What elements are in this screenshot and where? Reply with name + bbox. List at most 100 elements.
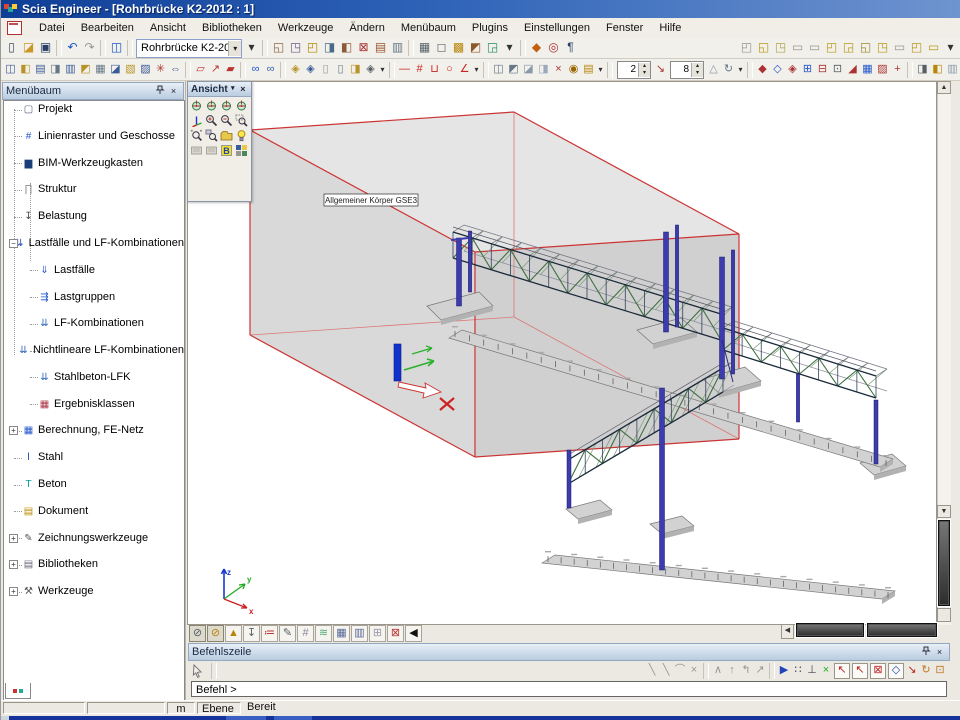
render-options-icon[interactable] (220, 129, 234, 143)
dot-grid-snap-icon[interactable]: ∷ (791, 663, 805, 679)
zoom-in-icon[interactable] (205, 114, 219, 128)
new-project-button[interactable]: ▯ (3, 40, 20, 56)
command-input[interactable]: Befehl > (191, 681, 947, 697)
view-y-icon[interactable] (205, 99, 219, 113)
print-preview-button[interactable]: ◻ (433, 40, 450, 56)
view-axo-icon[interactable] (235, 99, 249, 113)
node-renumber-button[interactable]: ◢ (845, 62, 860, 78)
tree-expander-icon[interactable]: + (9, 560, 18, 569)
redo-button[interactable]: ↷ (81, 40, 98, 56)
intersection-snap-icon[interactable]: ⊠ (870, 663, 886, 679)
view-flag-11-button[interactable]: ◰ (908, 40, 925, 56)
menu-bearbeiten[interactable]: Bearbeiten (73, 20, 142, 36)
grid-toggle[interactable]: ⊞ (369, 625, 386, 642)
cross-section-button[interactable]: ▧ (123, 62, 138, 78)
ansicht-header[interactable]: Ansicht ▾ × (188, 82, 251, 97)
rib-display-button[interactable]: ◪ (108, 62, 123, 78)
vertical-rotation-slider[interactable] (938, 520, 950, 606)
volumes-toggle[interactable]: ▦ (333, 625, 350, 642)
rotate-button[interactable]: ◨ (536, 62, 551, 78)
view-flag-10-button[interactable]: ▭ (891, 40, 908, 56)
menu-werkzeuge[interactable]: Werkzeuge (270, 20, 341, 36)
view-flag-1-button[interactable]: ◰ (738, 40, 755, 56)
activity-1-button[interactable]: ◈ (288, 62, 303, 78)
search-members-button[interactable]: ∞ (248, 62, 263, 78)
draw-circle-button[interactable]: ○ (442, 62, 457, 78)
member-system-button[interactable]: ✳ (153, 62, 168, 78)
dimension-scale-spinner[interactable]: 2▴▾ (617, 61, 651, 79)
scale-menu-drop[interactable]: ▾ (736, 62, 745, 78)
snap-move-icon[interactable]: ↑ (725, 663, 739, 679)
tree-item-linienraster-und-geschosse[interactable]: #Linienraster und Geschosse (4, 130, 184, 143)
tree-item-beton[interactable]: TBeton (4, 478, 184, 491)
tree-item-struktur[interactable]: ∏Struktur (4, 183, 184, 196)
pin-panel-icon[interactable] (154, 85, 167, 97)
loads-toggle[interactable]: ↧ (243, 625, 260, 642)
draw-angle-button[interactable]: ∠ (457, 62, 472, 78)
menu-plugins[interactable]: Plugins (464, 20, 516, 36)
load-display-button[interactable]: △ (706, 62, 721, 78)
support-hinged-button[interactable]: ◇ (770, 62, 785, 78)
project-combo[interactable]: Rohrbrücke K2-201: ▾ (136, 39, 242, 58)
tangent-snap-icon[interactable]: ↘ (905, 663, 919, 679)
select-workplane-button[interactable]: ▰ (223, 62, 238, 78)
mesh-node-button[interactable]: ⊟ (815, 62, 830, 78)
import-button[interactable]: ◨ (321, 40, 338, 56)
tree-expander-icon[interactable]: + (9, 426, 18, 435)
mesh-refine-button[interactable]: ⊡ (830, 62, 845, 78)
draw-polyline-button[interactable]: ⊔ (427, 62, 442, 78)
horizontal-rotation-slider[interactable] (796, 623, 864, 637)
calc-check-button[interactable]: ◉ (566, 62, 581, 78)
labels-toggle[interactable]: ≔ (261, 625, 278, 642)
menu-einstellungen[interactable]: Einstellungen (516, 20, 598, 36)
regen-button[interactable]: ↻ (721, 62, 736, 78)
render-toggle[interactable]: ⊘ (207, 625, 224, 642)
print-button[interactable]: ▦ (416, 40, 433, 56)
endpoint-snap-icon[interactable]: ↖ (834, 663, 850, 679)
ortho-snap-icon[interactable]: ◇ (888, 663, 904, 679)
zoom-selection-icon[interactable] (205, 129, 219, 143)
tree-item-lastfälle[interactable]: ⇓Lastfälle (4, 264, 184, 277)
wall-display-button[interactable]: ◨ (48, 62, 63, 78)
view-flag-3-button[interactable]: ◳ (772, 40, 789, 56)
tree-item-stahlbeton-lfk[interactable]: ⇊Stahlbeton-LFK (4, 371, 184, 384)
combo-drop-icon[interactable]: ▾ (228, 41, 241, 56)
project-menu-drop[interactable]: ▾ (243, 40, 260, 56)
support-roller-button[interactable]: ◈ (785, 62, 800, 78)
menu-men-baum[interactable]: Menübaum (393, 20, 464, 36)
snap-up-icon[interactable]: ∧ (711, 663, 725, 679)
table-input-button[interactable]: ▤ (581, 62, 596, 78)
shell-display-button[interactable]: ▥ (63, 62, 78, 78)
support-fixed-button[interactable]: ◆ (755, 62, 770, 78)
select-single-button[interactable]: ▱ (193, 62, 208, 78)
tree-item-dokument[interactable]: ▤Dokument (4, 505, 184, 518)
subregion-display-button[interactable]: ▦ (93, 62, 108, 78)
opening-display-button[interactable]: ◩ (78, 62, 93, 78)
copy-button[interactable]: ◫ (491, 62, 506, 78)
update-button[interactable]: ◰ (304, 40, 321, 56)
view-flag-9-button[interactable]: ◳ (874, 40, 891, 56)
open-project-button[interactable]: ◪ (20, 40, 37, 56)
mesh-display-button[interactable]: ▨ (875, 62, 890, 78)
node-display-button[interactable]: ▨ (138, 62, 153, 78)
document-window-icon[interactable] (7, 21, 22, 35)
tree-expander-icon[interactable]: + (9, 534, 18, 543)
add-node-button[interactable]: + (890, 62, 905, 78)
arrow-scale-button[interactable]: ↘ (653, 62, 668, 78)
tree-item-bim-werkzeugkasten[interactable]: ▆BIM-Werkzeugkasten (4, 157, 184, 170)
view-parameters-icon[interactable] (235, 144, 249, 158)
cursor-snap-icon[interactable]: ▶ (777, 663, 791, 679)
move-button[interactable]: ◪ (521, 62, 536, 78)
local-axes-button[interactable]: ▦ (860, 62, 875, 78)
draw-line-button[interactable]: — (397, 62, 412, 78)
erase-button[interactable]: × (551, 62, 566, 78)
menu--ndern[interactable]: Ändern (341, 20, 392, 36)
scroll-up-button[interactable]: ▲ (937, 81, 951, 94)
tree-item-zeichnungswerkzeuge[interactable]: +✎Zeichnungswerkzeuge (4, 532, 184, 545)
menu-bibliotheken[interactable]: Bibliotheken (194, 20, 270, 36)
tree-item-berechnung-fe-netz[interactable]: +▦Berechnung, FE-Netz (4, 424, 184, 437)
search-nodes-button[interactable]: ∞ (263, 62, 278, 78)
close-service-button[interactable]: ◱ (270, 40, 287, 56)
snap-off-icon[interactable]: × (687, 663, 701, 679)
menu-ansicht[interactable]: Ansicht (142, 20, 194, 36)
